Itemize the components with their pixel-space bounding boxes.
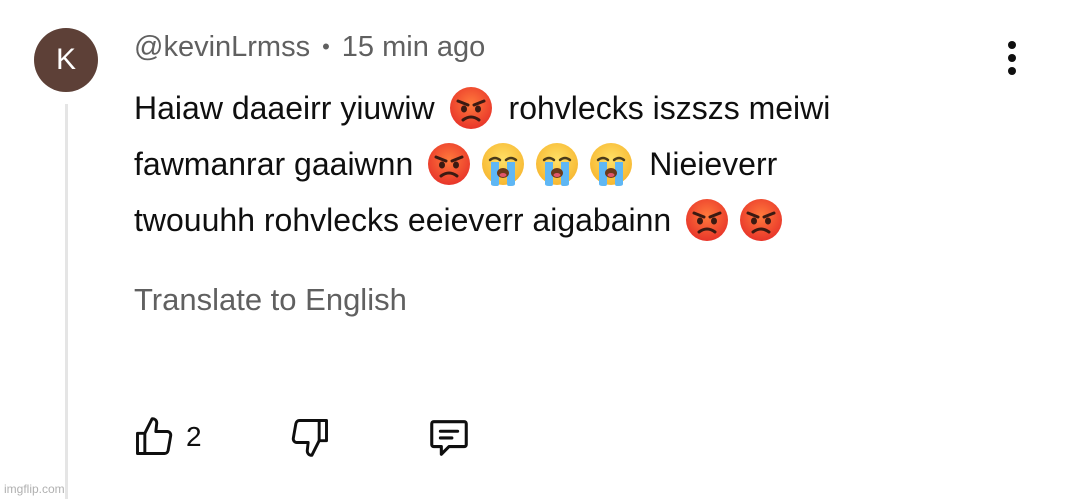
- reply-icon: [430, 420, 468, 456]
- dislike-button[interactable]: [288, 414, 332, 460]
- comment-text-segment: rohvlecks iszszs meiwi: [508, 90, 831, 126]
- crying-face-icon: [481, 142, 526, 186]
- more-dot: [1008, 67, 1016, 75]
- like-button[interactable]: 2: [132, 414, 202, 460]
- comment-text-segment: Nieieverr: [649, 146, 778, 182]
- username[interactable]: @kevinLrmss: [134, 31, 310, 64]
- timestamp[interactable]: 15 min ago: [342, 31, 486, 64]
- angry-face-icon: [427, 142, 472, 186]
- thumbs-down-icon: [291, 419, 328, 457]
- comment-text-segment: fawmanrar gaaiwnn: [134, 146, 414, 182]
- avatar-letter: K: [55, 43, 76, 76]
- watermark: imgflip.com: [4, 482, 65, 496]
- angry-face-icon: [685, 198, 730, 242]
- comment-text-segment: Haiaw daaeirr yiuwiw: [134, 90, 435, 126]
- angry-face-icon: [739, 198, 784, 242]
- reply-button[interactable]: [426, 414, 472, 460]
- comment-text: Haiaw daaeirr yiuwiw rohvlecks iszszs me…: [134, 80, 1034, 248]
- thread-line: [65, 104, 68, 499]
- translate-link[interactable]: Translate to English: [134, 282, 407, 318]
- more-options-button[interactable]: [996, 36, 1028, 80]
- like-count: 2: [186, 421, 202, 452]
- angry-face-icon: [448, 86, 493, 130]
- comment-meta: @kevinLrmss • 15 min ago: [134, 29, 485, 65]
- avatar[interactable]: K: [34, 28, 98, 92]
- meta-separator: •: [322, 34, 330, 59]
- comment-line-1: Haiaw daaeirr yiuwiw rohvlecks iszszs me…: [134, 80, 1034, 136]
- thumbs-up-icon: [136, 417, 173, 455]
- more-vertical-icon: [1008, 41, 1016, 49]
- crying-face-icon: [589, 142, 634, 186]
- comment-line-3: twouuhh rohvlecks eeieverr aigabainn: [134, 192, 1034, 248]
- comment-line-2: fawmanrar gaaiwnn Nieieverr: [134, 136, 1034, 192]
- comment-text-segment: twouuhh rohvlecks eeieverr aigabainn: [134, 202, 672, 238]
- crying-face-icon: [535, 142, 580, 186]
- more-dot: [1008, 54, 1016, 62]
